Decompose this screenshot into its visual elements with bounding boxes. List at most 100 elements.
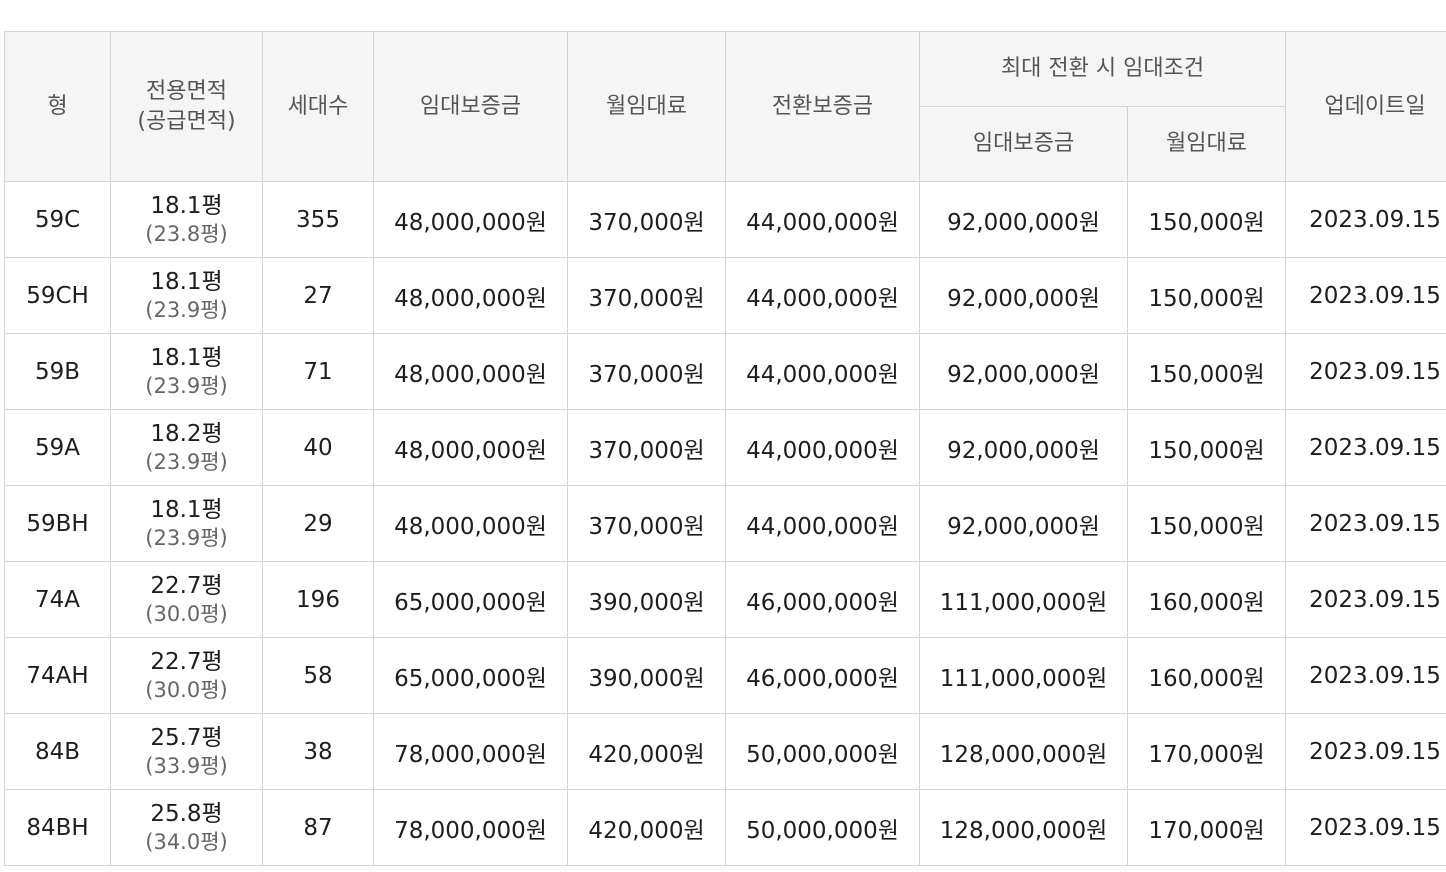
cell-max-deposit: 111,000,000원 [919, 561, 1128, 638]
cell-households: 196 [262, 561, 374, 638]
cell-updated-date: 2023.09.15 [1285, 333, 1446, 410]
cell-max-monthly-rent: 160,000원 [1126, 637, 1287, 714]
cell-area: 18.1평 (23.8평) [110, 181, 263, 258]
header-conversion-deposit: 전환보증금 [725, 31, 920, 182]
supply-area: (23.8평) [145, 221, 228, 246]
cell-max-deposit: 128,000,000원 [919, 789, 1128, 866]
supply-area: (23.9평) [145, 449, 228, 474]
cell-households: 71 [262, 333, 374, 410]
cell-max-monthly-rent: 170,000원 [1126, 713, 1287, 790]
cell-max-monthly-rent: 150,000원 [1126, 333, 1287, 410]
supply-area: (23.9평) [145, 373, 228, 398]
exclusive-area: 18.2평 [150, 420, 223, 447]
cell-updated-date: 2023.09.15 [1285, 257, 1446, 334]
cell-monthly-rent: 370,000원 [567, 333, 726, 410]
header-area-exclusive: 전용면적 [146, 78, 227, 104]
cell-monthly-rent: 370,000원 [567, 409, 726, 486]
cell-area: 25.8평 (34.0평) [110, 789, 263, 866]
exclusive-area: 22.7평 [150, 572, 223, 599]
cell-updated-date: 2023.09.15 [1285, 409, 1446, 486]
cell-households: 355 [262, 181, 374, 258]
table-row: 59BH 18.1평 (23.9평) 29 48,000,000원 370,000원 44,… [4, 485, 1446, 562]
header-max-monthly-rent: 월임대료 [1126, 106, 1287, 182]
cell-conversion-deposit: 44,000,000원 [725, 409, 920, 486]
table-row: 84BH 25.8평 (34.0평) 87 78,000,000원 420,000원 50,… [4, 789, 1446, 866]
cell-conversion-deposit: 46,000,000원 [725, 561, 920, 638]
cell-type: 59B [4, 333, 111, 410]
table-row: 59CH 18.1평 (23.9평) 27 48,000,000원 370,000원 44,… [4, 257, 1446, 334]
cell-conversion-deposit: 50,000,000원 [725, 789, 920, 866]
cell-updated-date: 2023.09.15 [1285, 181, 1446, 258]
header-row-top: 형 전용면적 (공급면적) 세대수 임대보증금 월임대료 전환보증금 최대 전환… [4, 31, 1446, 182]
exclusive-area: 18.1평 [150, 344, 223, 371]
cell-monthly-rent: 420,000원 [567, 789, 726, 866]
cell-updated-date: 2023.09.15 [1285, 637, 1446, 714]
supply-area: (23.9평) [145, 525, 228, 550]
supply-area: (34.0평) [145, 829, 228, 854]
cell-area: 18.1평 (23.9평) [110, 257, 263, 334]
exclusive-area: 25.8평 [150, 800, 223, 827]
cell-max-deposit: 92,000,000원 [919, 333, 1128, 410]
cell-deposit: 65,000,000원 [373, 561, 568, 638]
exclusive-area: 18.1평 [150, 192, 223, 219]
cell-max-deposit: 111,000,000원 [919, 637, 1128, 714]
cell-monthly-rent: 420,000원 [567, 713, 726, 790]
cell-conversion-deposit: 46,000,000원 [725, 637, 920, 714]
cell-deposit: 78,000,000원 [373, 789, 568, 866]
cell-type: 59C [4, 181, 111, 258]
cell-households: 38 [262, 713, 374, 790]
cell-deposit: 48,000,000원 [373, 485, 568, 562]
cell-type: 59BH [4, 485, 111, 562]
table-row: 59C 18.1평 (23.8평) 355 48,000,000원 370,000원 44,… [4, 181, 1446, 258]
cell-households: 27 [262, 257, 374, 334]
table-row: 59B 18.1평 (23.9평) 71 48,000,000원 370,000원 44,0… [4, 333, 1446, 410]
cell-max-monthly-rent: 150,000원 [1126, 409, 1287, 486]
cell-type: 74AH [4, 637, 111, 714]
cell-deposit: 48,000,000원 [373, 257, 568, 334]
table-row: 59A 18.2평 (23.9평) 40 48,000,000원 370,000원 44,0… [4, 409, 1446, 486]
table-header: 형 전용면적 (공급면적) 세대수 임대보증금 월임대료 전환보증금 최대 전환… [4, 31, 1446, 182]
table-row: 74AH 22.7평 (30.0평) 58 65,000,000원 390,000원 46,… [4, 637, 1446, 714]
cell-area: 22.7평 (30.0평) [110, 561, 263, 638]
cell-households: 29 [262, 485, 374, 562]
header-max-conversion-group: 최대 전환 시 임대조건 [918, 31, 1287, 107]
cell-max-monthly-rent: 150,000원 [1126, 485, 1287, 562]
cell-conversion-deposit: 44,000,000원 [725, 181, 920, 258]
cell-conversion-deposit: 44,000,000원 [725, 485, 920, 562]
exclusive-area: 25.7평 [150, 724, 223, 751]
cell-max-monthly-rent: 170,000원 [1126, 789, 1287, 866]
cell-monthly-rent: 370,000원 [567, 485, 726, 562]
cell-updated-date: 2023.09.15 [1285, 789, 1446, 866]
cell-households: 40 [262, 409, 374, 486]
cell-area: 25.7평 (33.9평) [110, 713, 263, 790]
cell-deposit: 65,000,000원 [373, 637, 568, 714]
cell-conversion-deposit: 44,000,000원 [725, 257, 920, 334]
supply-area: (30.0평) [145, 601, 228, 626]
cell-deposit: 48,000,000원 [373, 181, 568, 258]
cell-area: 18.1평 (23.9평) [110, 485, 263, 562]
header-type: 형 [4, 31, 111, 182]
cell-type: 59A [4, 409, 111, 486]
cell-monthly-rent: 390,000원 [567, 561, 726, 638]
cell-area: 22.7평 (30.0평) [110, 637, 263, 714]
cell-area: 18.1평 (23.9평) [110, 333, 263, 410]
cell-deposit: 78,000,000원 [373, 713, 568, 790]
exclusive-area: 22.7평 [150, 648, 223, 675]
table-row: 84B 25.7평 (33.9평) 38 78,000,000원 420,000원 50,0… [4, 713, 1446, 790]
cell-updated-date: 2023.09.15 [1285, 713, 1446, 790]
header-monthly-rent: 월임대료 [567, 31, 726, 182]
cell-updated-date: 2023.09.15 [1285, 485, 1446, 562]
cell-type: 84B [4, 713, 111, 790]
exclusive-area: 18.1평 [150, 496, 223, 523]
cell-households: 58 [262, 637, 374, 714]
table-row: 74A 22.7평 (30.0평) 196 65,000,000원 390,000원 46,… [4, 561, 1446, 638]
supply-area: (30.0평) [145, 677, 228, 702]
cell-monthly-rent: 370,000원 [567, 181, 726, 258]
cell-monthly-rent: 390,000원 [567, 637, 726, 714]
header-updated-date: 업데이트일 [1285, 31, 1446, 182]
cell-max-deposit: 92,000,000원 [919, 257, 1128, 334]
header-deposit: 임대보증금 [373, 31, 568, 182]
cell-max-monthly-rent: 150,000원 [1126, 181, 1287, 258]
cell-households: 87 [262, 789, 374, 866]
cell-type: 59CH [4, 257, 111, 334]
